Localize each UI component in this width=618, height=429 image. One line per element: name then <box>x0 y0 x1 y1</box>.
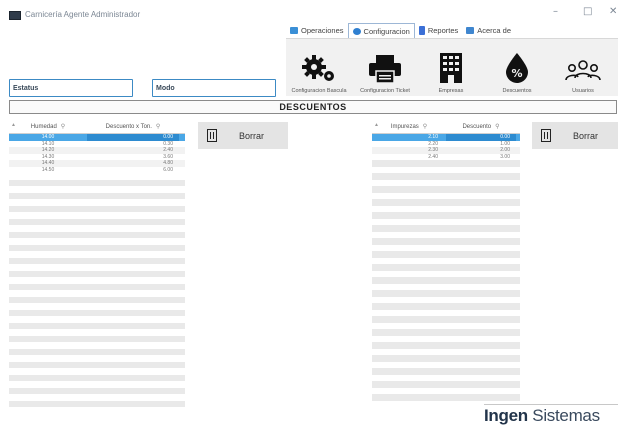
tool-usuarios[interactable]: Usuarios <box>550 39 616 97</box>
trash-icon <box>541 129 551 142</box>
brand-logo: Ingen Sistemas <box>484 406 600 426</box>
filter-icon[interactable]: ⚲ <box>61 123 65 130</box>
report-icon <box>418 26 425 35</box>
tool-empresas-label: Empresas <box>438 88 464 94</box>
svg-text:%: % <box>511 67 522 80</box>
tool-descuentos-label: Descuentos <box>502 88 532 94</box>
borrar-button-impurezas[interactable]: Borrar <box>532 122 618 149</box>
column-humedad[interactable]: Humedad ⚲ <box>9 120 87 134</box>
table-row[interactable]: 14.50 6.00 <box>9 167 185 174</box>
column-descuento-label: Descuento <box>462 123 492 130</box>
section-header: DESCUENTOS <box>9 100 617 114</box>
tool-configuracion-ticket-label: Configuracion Ticket <box>360 88 410 94</box>
tool-usuarios-label: Usuarios <box>572 88 594 94</box>
column-humedad-label: Humedad <box>30 123 57 130</box>
app-icon <box>9 11 21 20</box>
printer-icon <box>369 55 401 84</box>
column-descuento-ton[interactable]: Descuento x Ton. ⚲ <box>87 120 179 134</box>
borrar-label: Borrar <box>573 130 599 141</box>
maximize-button[interactable]: □ <box>583 6 592 17</box>
menu-configuracion[interactable]: Configuracion <box>347 23 415 39</box>
folder-icon <box>290 27 298 34</box>
gears-icon <box>302 55 334 81</box>
menu-reportes-label: Reportes <box>427 26 459 35</box>
borrar-label: Borrar <box>239 130 265 141</box>
column-impurezas[interactable]: Impurezas ⚲ <box>372 120 446 134</box>
filter-icon[interactable]: ⚲ <box>495 123 499 130</box>
tool-configuracion-ticket[interactable]: Configuracion Ticket <box>352 39 418 97</box>
empty-rows <box>372 160 520 401</box>
users-icon <box>565 60 601 81</box>
menu-configuracion-label: Configuracion <box>363 27 410 36</box>
impurezas-grid[interactable]: ▲ Impurezas ⚲ Descuento ⚲ 2.10 0.00 2.20… <box>372 120 520 410</box>
estatus-field[interactable]: Estatus <box>9 79 133 97</box>
modo-label: Modo <box>156 84 175 92</box>
gear-icon <box>352 28 361 35</box>
cell-descuento: 6.00 <box>163 166 173 173</box>
tool-empresas[interactable]: Empresas <box>418 39 484 97</box>
menu-operaciones[interactable]: Operaciones <box>286 23 348 38</box>
menu-operaciones-label: Operaciones <box>301 26 344 35</box>
tool-configuracion-bascula[interactable]: Configuracion Bascula <box>286 39 352 97</box>
impurezas-grid-header: ▲ Impurezas ⚲ Descuento ⚲ <box>372 120 520 134</box>
column-impurezas-label: Impurezas <box>390 123 419 130</box>
sort-icon: ▲ <box>374 122 379 128</box>
brand-strong: Ingen <box>484 406 528 425</box>
section-title: DESCUENTOS <box>279 102 347 112</box>
filter-icon[interactable]: ⚲ <box>423 123 427 130</box>
brand-rest: Sistemas <box>532 406 600 425</box>
menu-reportes[interactable]: Reportes <box>415 23 462 38</box>
humedad-grid-header: ▲ Humedad ⚲ Descuento x Ton. ⚲ <box>9 120 185 134</box>
menu-acerca-de-label: Acerca de <box>477 26 512 35</box>
close-button[interactable]: ✕ <box>609 6 617 17</box>
borrar-button-humedad[interactable]: Borrar <box>198 122 288 149</box>
estatus-label: Estatus <box>13 84 39 92</box>
percent-drop-icon: % <box>506 53 528 83</box>
sort-icon: ▲ <box>11 122 16 128</box>
menu-acerca-de[interactable]: Acerca de <box>462 23 515 38</box>
trash-icon <box>207 129 217 142</box>
empty-rows <box>9 173 185 407</box>
filter-icon[interactable]: ⚲ <box>156 123 160 130</box>
column-descuento[interactable]: Descuento ⚲ <box>446 120 516 134</box>
cell-descuento: 3.00 <box>500 153 510 160</box>
tool-configuracion-bascula-label: Configuracion Bascula <box>291 88 347 94</box>
building-icon <box>440 53 462 83</box>
config-toolbar: Configuracion Bascula Configuracion Tick… <box>286 38 618 96</box>
cell-humedad: 14.50 <box>41 166 55 173</box>
tool-descuentos[interactable]: % Descuentos <box>484 39 550 97</box>
brand-divider <box>484 404 618 405</box>
humedad-grid[interactable]: ▲ Humedad ⚲ Descuento x Ton. ⚲ 14.00 0.0… <box>9 120 185 410</box>
table-row[interactable]: 2.40 3.00 <box>372 154 520 161</box>
menu-bar: Operaciones Configuracion Reportes Acerc… <box>286 23 515 39</box>
window-title: Carnicería Agente Administrador <box>25 10 141 19</box>
minimize-button[interactable]: – <box>553 6 558 17</box>
cell-impurezas: 2.40 <box>428 153 438 160</box>
info-icon <box>466 27 475 34</box>
modo-field[interactable]: Modo <box>152 79 276 97</box>
column-descuento-ton-label: Descuento x Ton. <box>105 123 152 130</box>
